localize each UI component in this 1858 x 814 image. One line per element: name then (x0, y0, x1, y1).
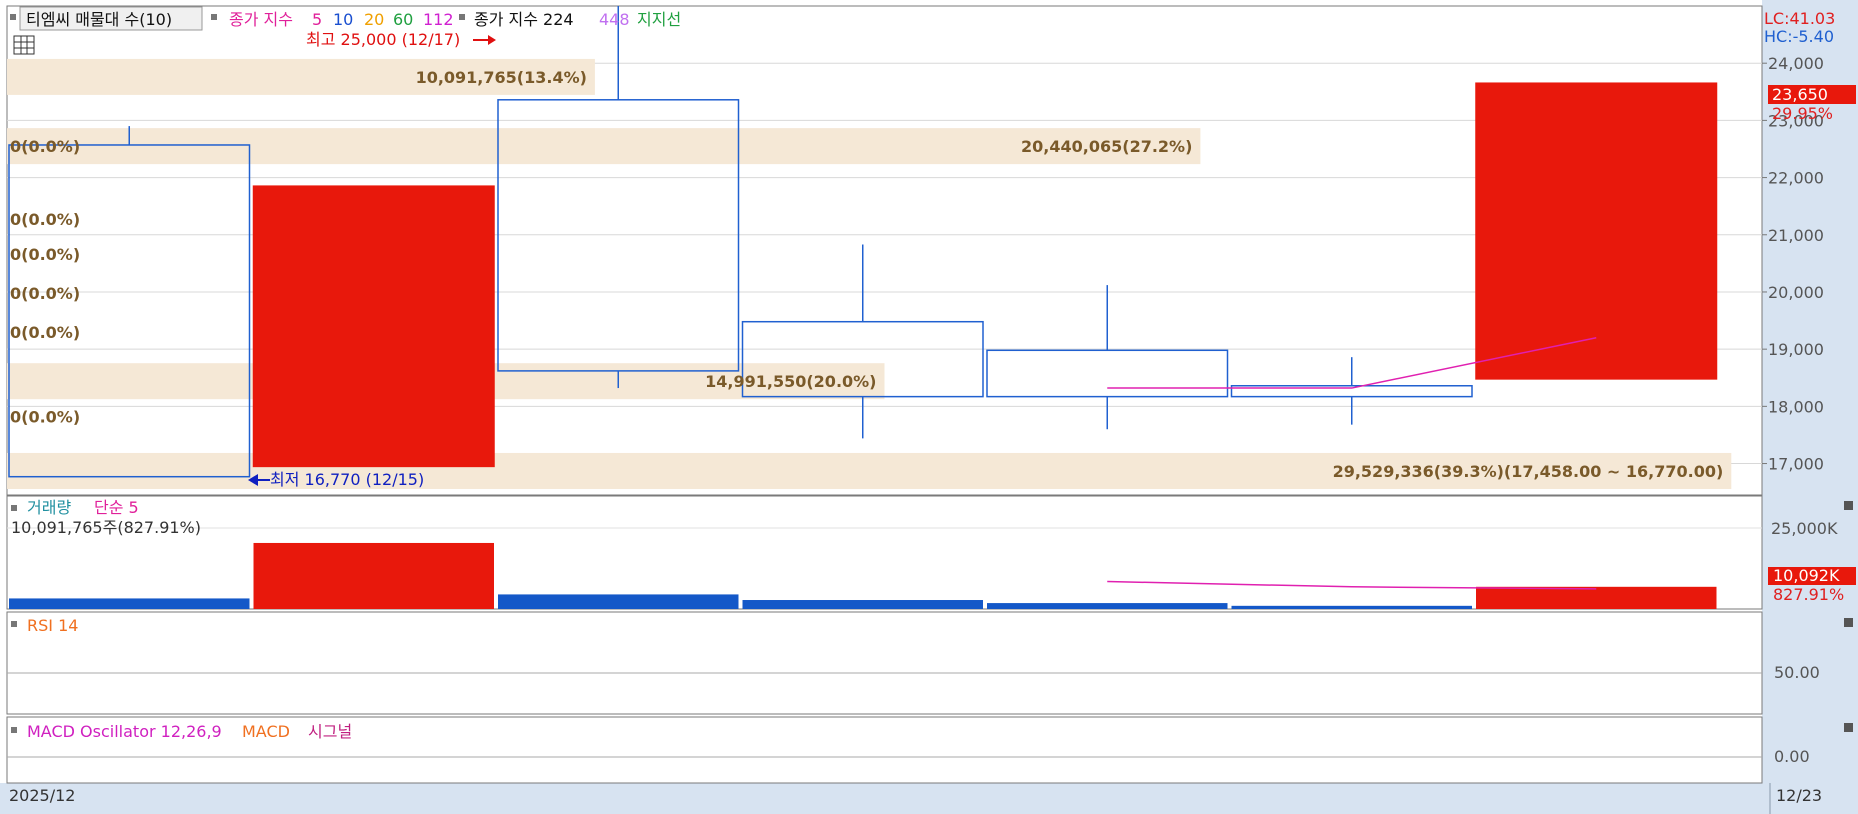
price-tag-value: 23,650 (1772, 85, 1828, 104)
volume-profile-label: 20,440,065(27.2%) (1021, 137, 1192, 156)
volume-profile-label: 0(0.0%) (10, 245, 80, 264)
volume-profile-label: 0(0.0%) (10, 284, 80, 303)
legend-marker (211, 14, 217, 20)
legend-marker (11, 727, 17, 733)
ma2-extra: 448 (599, 10, 630, 29)
volume-top-label: 10,091,765주(827.91%) (11, 518, 201, 537)
volume-bar (9, 598, 250, 609)
ma-period-10: 10 (333, 10, 353, 29)
volume-tag-pct: 827.91% (1773, 585, 1844, 604)
volume-ma5-line (1107, 580, 1597, 590)
volume-bar (1231, 605, 1472, 609)
ma-period-60: 60 (393, 10, 413, 29)
symbol-label[interactable]: 티엠씨 매물대 수(10) (26, 10, 172, 29)
volume-title: 거래량 (27, 498, 71, 517)
low-annotation: 최저 16,770 (12/15) (270, 470, 424, 489)
volume-bar (1476, 586, 1717, 609)
price-tick-label: 17,000 (1768, 455, 1824, 474)
support-label: 지지선 (637, 10, 681, 29)
volume-bar (498, 594, 739, 609)
rsi-title: RSI 14 (27, 616, 78, 635)
time-axis-background (0, 783, 1858, 814)
volume-ma-label: 단순 5 (94, 498, 139, 517)
high-arrow-icon (473, 35, 496, 45)
price-tick-label: 20,000 (1768, 283, 1824, 302)
table-icon[interactable] (13, 35, 35, 55)
xaxis-start: 2025/12 (9, 786, 75, 805)
price-tick-label: 19,000 (1768, 340, 1824, 359)
lc-value: LC:41.03 (1764, 9, 1835, 28)
volume-bar (742, 600, 983, 609)
close-icon[interactable] (1844, 723, 1853, 732)
volume-profile-label: 29,529,336(39.3%)(17,458.00 ~ 16,770.00) (1333, 462, 1724, 481)
price-tag-pct: 29.95% (1772, 104, 1833, 123)
price-tick-label: 21,000 (1768, 226, 1824, 245)
volume-profile-label: 0(0.0%) (10, 408, 80, 427)
rsi-tick: 50.00 (1774, 663, 1820, 682)
close-icon[interactable] (1844, 618, 1853, 627)
signal-label: 시그널 (308, 722, 352, 741)
hc-value: HC:-5.40 (1764, 27, 1834, 46)
volume-tick: 25,000K (1771, 519, 1838, 538)
legend-marker (11, 505, 17, 511)
volume-profile-label: 10,091,765(13.4%) (416, 68, 587, 87)
price-tick-label: 22,000 (1768, 169, 1824, 188)
candle-body (986, 349, 1229, 398)
volume-profile-label: 0(0.0%) (10, 323, 80, 342)
volume-bar (253, 542, 494, 609)
macd-title: MACD Oscillator 12,26,9 (27, 722, 222, 741)
xaxis-end: 12/23 (1776, 786, 1822, 805)
legend-marker (11, 621, 17, 627)
volume-profile-label: 0(0.0%) (10, 137, 80, 156)
price-tick-label: 18,000 (1768, 397, 1824, 416)
candle-body (252, 185, 495, 468)
legend-marker (459, 14, 465, 20)
volume-profile-label: 14,991,550(20.0%) (705, 372, 876, 391)
high-annotation: 최고 25,000 (12/17) (306, 30, 460, 49)
ma-period-112: 112 (423, 10, 454, 29)
volume-bar (987, 603, 1228, 609)
candle-body (8, 144, 251, 478)
macd-tick: 0.00 (1774, 747, 1810, 766)
ma-period-20: 20 (364, 10, 384, 29)
ma2-label: 종가 지수 224 (474, 10, 574, 29)
volume-profile-label: 0(0.0%) (10, 210, 80, 229)
price-tick-label: 24,000 (1768, 54, 1824, 73)
candle-body (1475, 82, 1718, 380)
volume-tag-value: 10,092K (1773, 566, 1840, 585)
chart-root: 0(0.0%) 0(0.0%) 0(0.0%) 0(0.0%) 0(0.0%) 0(0.0… (0, 0, 1858, 814)
close-icon[interactable] (1844, 501, 1853, 510)
ma-period-5: 5 (312, 10, 322, 29)
volume-bars (9, 542, 1717, 609)
legend-marker (10, 14, 16, 20)
macd-label: MACD (242, 722, 290, 741)
ma-label: 종가 지수 (229, 10, 293, 29)
